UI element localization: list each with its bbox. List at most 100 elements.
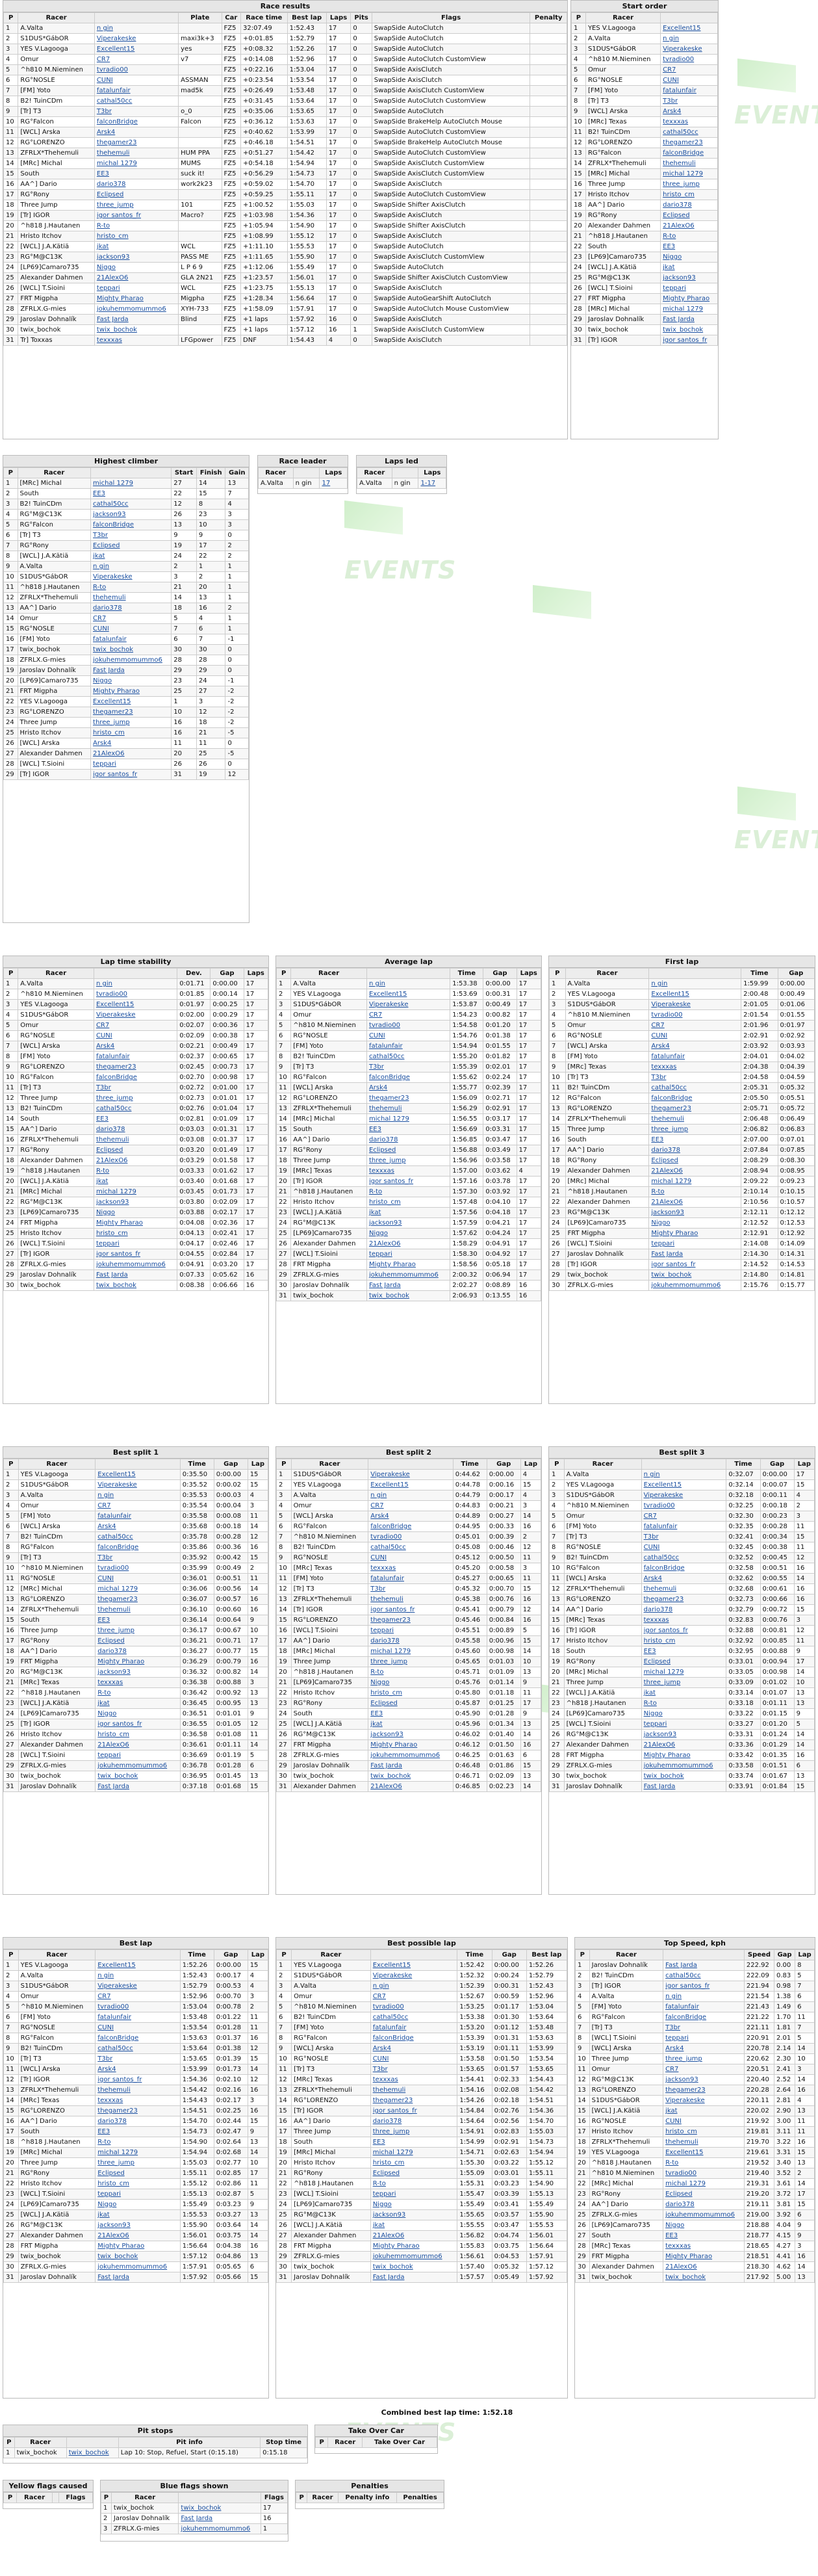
table-cell[interactable]: cathal50cc [90, 499, 172, 510]
table-cell[interactable]: CUNI [660, 75, 718, 86]
table-cell[interactable]: EE3 [370, 2137, 458, 2148]
table-cell[interactable]: T3br [370, 2064, 458, 2075]
table-cell[interactable]: jackson93 [90, 509, 172, 520]
table-cell[interactable]: igor santos_fr [641, 1625, 727, 1636]
table-cell[interactable]: Arsk4 [641, 1573, 727, 1584]
table-cell[interactable]: jackson93 [370, 2209, 458, 2220]
table-cell[interactable]: EE3 [641, 1646, 727, 1657]
table-cell[interactable]: jokuhemmomummo6 [663, 2209, 745, 2220]
table-cell[interactable]: Arsk4 [366, 1082, 451, 1093]
table-cell[interactable]: Eclipsed [663, 2189, 745, 2200]
table-cell[interactable]: EE3 [648, 1134, 742, 1145]
table-cell[interactable]: teppari [90, 759, 172, 770]
table-cell[interactable]: teppari [660, 283, 718, 294]
table-cell[interactable]: michal 1279 [95, 2147, 181, 2158]
table-cell[interactable]: hristo_cm [660, 189, 718, 200]
table-cell[interactable]: Eclipsed [366, 1145, 451, 1156]
table-cell[interactable]: falconBridge [94, 116, 179, 127]
table-cell[interactable]: Arsk4 [90, 738, 172, 749]
table-cell[interactable]: CR7 [94, 54, 179, 65]
table-cell[interactable]: michal 1279 [660, 168, 718, 179]
table-cell[interactable]: jackson93 [641, 1729, 727, 1740]
table-cell[interactable]: fatalunfair [94, 85, 179, 96]
table-cell[interactable]: jackson93 [368, 1729, 454, 1740]
table-cell[interactable]: hristo_cm [663, 2126, 745, 2137]
table-cell[interactable]: igor santos_fr [660, 335, 718, 346]
table-cell[interactable]: dario378 [660, 200, 718, 211]
table-cell[interactable]: twix_bochok [663, 2272, 745, 2283]
table-cell[interactable]: n gin [366, 978, 451, 989]
table-cell[interactable]: igor santos_fr [95, 1719, 181, 1730]
table-cell[interactable]: igor santos_fr [94, 210, 179, 221]
table-cell[interactable]: jackson93 [95, 1667, 181, 1678]
table-cell[interactable]: hristo_cm [95, 2178, 181, 2189]
table-cell[interactable]: Eclipsed [90, 540, 172, 551]
table-cell[interactable]: igor santos_fr [93, 1249, 178, 1260]
table-cell[interactable]: michal 1279 [641, 1667, 727, 1678]
table-cell[interactable]: michal 1279 [95, 1583, 181, 1594]
table-cell[interactable]: twix_bochok [95, 2251, 181, 2262]
table-cell[interactable]: jokuhemmomummo6 [95, 1760, 181, 1771]
table-cell[interactable]: Fast Jarda [660, 314, 718, 325]
table-cell[interactable]: Viperakeske [95, 1981, 181, 1992]
table-cell[interactable]: hristo_cm [94, 231, 179, 242]
table-cell[interactable]: T3br [641, 1531, 727, 1542]
table-cell[interactable]: Viperakeske [660, 44, 718, 55]
table-cell[interactable]: thehemuli [366, 1103, 451, 1114]
table-cell[interactable]: R-to [370, 2178, 458, 2189]
table-cell[interactable]: CUNI [648, 1030, 742, 1041]
table-cell[interactable]: michal 1279 [648, 1176, 742, 1187]
table-cell[interactable]: fatalunfair [95, 1511, 181, 1522]
table-cell[interactable]: Fast Jarda [178, 2513, 261, 2524]
table-cell[interactable]: CR7 [93, 1020, 178, 1031]
table-cell[interactable]: jokuhemmomummo6 [94, 304, 179, 315]
table-cell[interactable]: jkat [93, 1176, 178, 1187]
table-cell[interactable]: Eclipsed [648, 1155, 742, 1166]
table-cell[interactable]: Mighty Pharao [663, 2251, 745, 2262]
table-cell[interactable]: n gin [93, 978, 178, 989]
table-cell[interactable]: Mighty Pharao [95, 1656, 181, 1667]
table-cell[interactable]: Viperakeske [370, 1970, 458, 1981]
table-cell[interactable]: R-to [366, 1186, 451, 1197]
table-cell[interactable]: texxxas [366, 1165, 451, 1177]
table-cell[interactable]: R-to [663, 2157, 745, 2168]
table-cell[interactable]: T3br [648, 1072, 742, 1083]
table-cell[interactable]: three_jump [90, 717, 172, 728]
table-cell[interactable]: R-to [648, 1186, 742, 1197]
table-cell[interactable]: CR7 [368, 1500, 454, 1511]
table-cell[interactable]: falconBridge [95, 1542, 181, 1553]
table-cell[interactable]: thehemuli [90, 592, 172, 603]
table-cell[interactable]: Niggo [663, 2220, 745, 2231]
table-cell[interactable]: twix_bochok [66, 2447, 119, 2458]
table-cell[interactable]: tvradio00 [641, 1500, 727, 1511]
table-cell[interactable]: R-to [90, 582, 172, 593]
table-cell[interactable]: CR7 [95, 1991, 181, 2002]
table-cell[interactable]: EE3 [366, 1124, 451, 1135]
table-cell[interactable]: 21AlexO6 [648, 1197, 742, 1208]
table-cell[interactable]: teppari [663, 2033, 745, 2044]
table-cell[interactable]: CUNI [366, 1030, 451, 1041]
table-cell[interactable]: falconBridge [370, 2033, 458, 2044]
table-cell[interactable]: 21AlexO6 [663, 2261, 745, 2272]
table-cell[interactable]: thegamer23 [641, 1594, 727, 1605]
table-cell[interactable]: cathal50cc [648, 1082, 742, 1093]
table-cell[interactable]: n gin [94, 23, 179, 34]
table-cell[interactable]: tvradio00 [366, 1020, 451, 1031]
table-cell[interactable]: jkat [95, 2209, 181, 2220]
table-cell[interactable]: Niggo [370, 2199, 458, 2210]
table-cell[interactable]: EE3 [90, 488, 172, 499]
table-cell[interactable]: Mighty Pharao [95, 2241, 181, 2252]
table-cell[interactable]: jokuhemmomummo6 [641, 1760, 727, 1771]
table-cell[interactable]: CR7 [366, 1009, 451, 1021]
table-cell[interactable]: CUNI [93, 1030, 178, 1041]
table-cell[interactable]: CUNI [641, 1542, 727, 1553]
table-cell[interactable]: teppari [648, 1238, 742, 1249]
table-cell[interactable]: three_jump [370, 2126, 458, 2137]
table-cell[interactable]: R-to [93, 1165, 178, 1177]
table-cell[interactable]: Viperakeske [94, 33, 179, 44]
table-cell[interactable]: three_jump [641, 1677, 727, 1688]
table-cell[interactable]: cathal50cc [93, 1103, 178, 1114]
table-cell[interactable]: falconBridge [368, 1521, 454, 1532]
table-cell[interactable]: jkat [370, 2220, 458, 2231]
table-cell[interactable]: thegamer23 [93, 1061, 178, 1073]
